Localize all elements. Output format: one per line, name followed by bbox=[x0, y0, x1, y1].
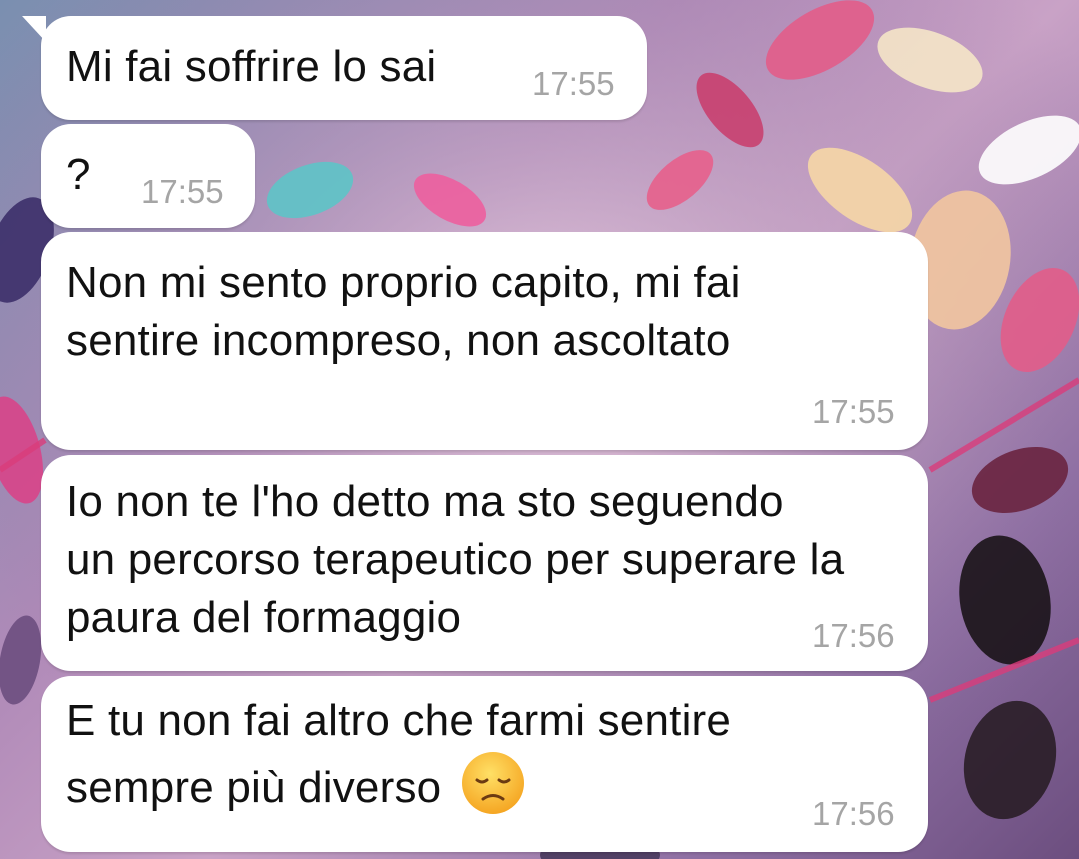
message-list[interactable]: Mi fai soffrire lo sai 17:55 ? 17:55 Non… bbox=[0, 0, 1079, 859]
disappointed-face-icon bbox=[461, 752, 524, 814]
message-timestamp: 17:55 bbox=[532, 65, 615, 102]
message-timestamp: 17:56 bbox=[812, 795, 895, 832]
bubble-tail bbox=[22, 16, 46, 42]
message-timestamp: 17:56 bbox=[812, 617, 895, 654]
message-text: Io non te l'ho detto ma sto seguendo un … bbox=[66, 477, 845, 642]
message-timestamp: 17:55 bbox=[812, 393, 895, 430]
message-text: E tu non fai altro che farmi sentire sem… bbox=[66, 692, 731, 817]
message-text: ? bbox=[66, 150, 91, 199]
message-bubble[interactable]: Mi fai soffrire lo sai 17:55 bbox=[22, 16, 647, 120]
message-text-content: E tu non fai altro che farmi sentire sem… bbox=[66, 696, 732, 812]
message-timestamp: 17:55 bbox=[141, 173, 224, 210]
message-bubble[interactable]: ? 17:55 bbox=[41, 124, 255, 228]
message-bubble[interactable]: Non mi sento proprio capito, mi fai sent… bbox=[41, 232, 928, 450]
message-bubble[interactable]: Io non te l'ho detto ma sto seguendo un … bbox=[41, 455, 928, 671]
message-text: Mi fai soffrire lo sai bbox=[66, 42, 437, 91]
message-text: Non mi sento proprio capito, mi fai sent… bbox=[66, 258, 741, 365]
message-bubble[interactable]: E tu non fai altro che farmi sentire sem… bbox=[41, 676, 928, 852]
